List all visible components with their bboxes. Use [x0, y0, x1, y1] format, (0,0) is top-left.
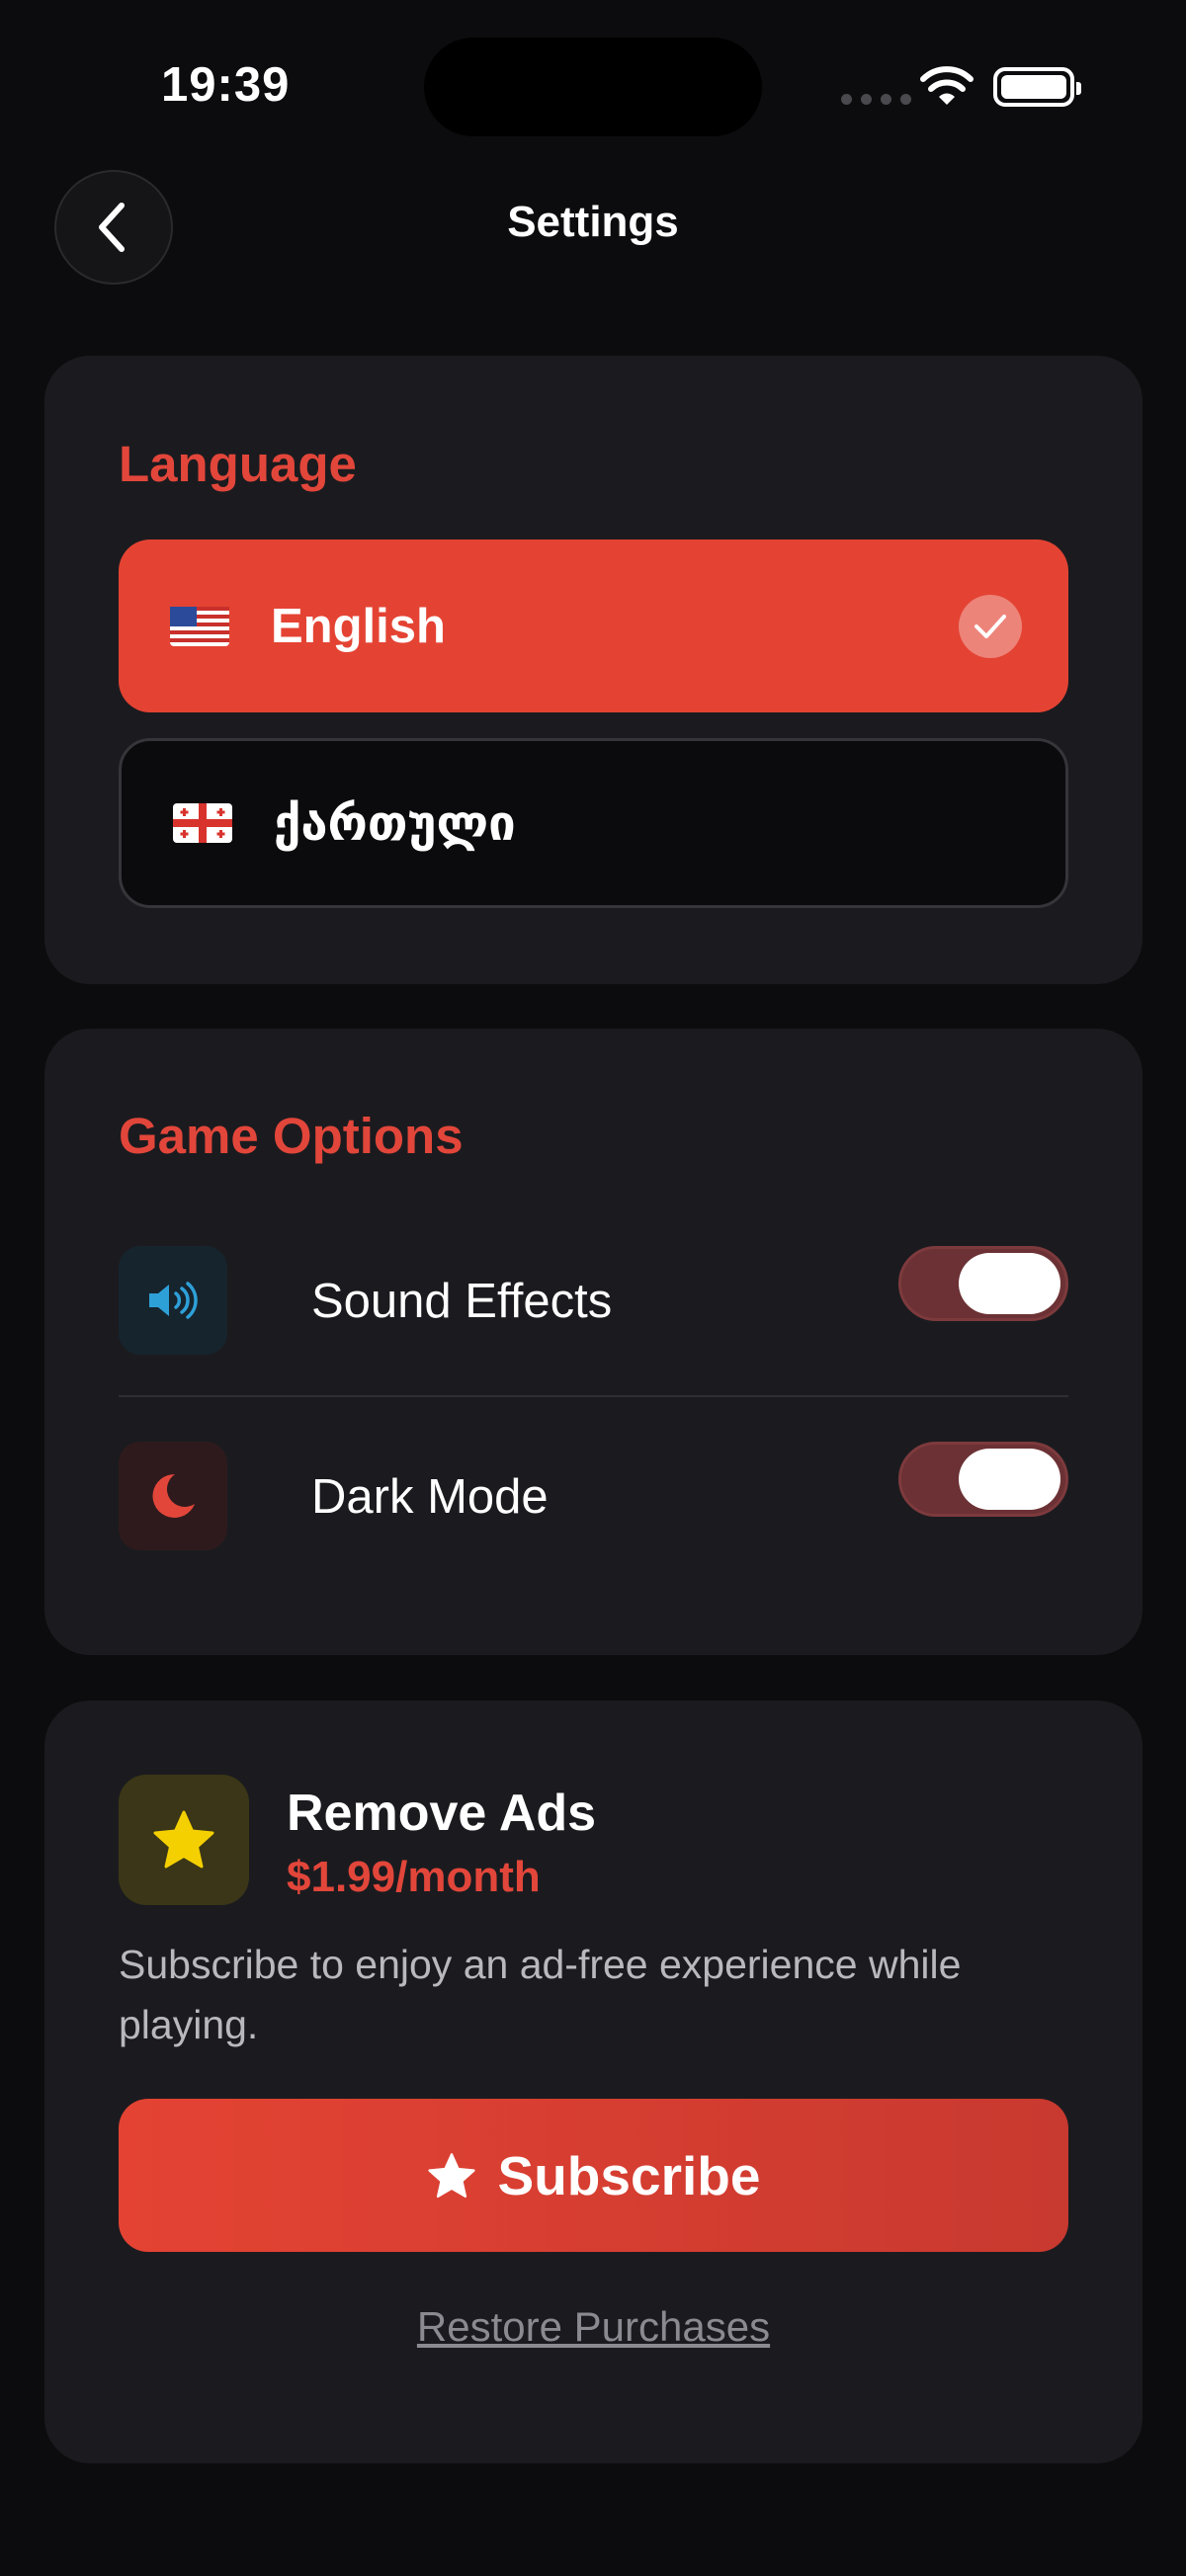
star-icon — [427, 2152, 475, 2198]
speaker-icon — [119, 1246, 227, 1355]
status-time: 19:39 — [161, 58, 291, 112]
dynamic-island — [424, 38, 762, 136]
us-flag-icon — [170, 606, 229, 646]
setting-row-dark-mode: Dark Mode — [119, 1442, 1068, 1552]
cellular-signal-icon — [841, 94, 911, 105]
page-title: Settings — [507, 198, 679, 246]
subscribe-button[interactable]: Subscribe — [119, 2099, 1068, 2252]
language-option-georgian[interactable]: ქართული — [119, 738, 1068, 908]
language-label: ქართული — [274, 796, 516, 851]
restore-purchases-link[interactable]: Restore Purchases — [44, 2303, 1143, 2351]
wifi-icon — [920, 66, 974, 105]
remove-ads-description: Subscribe to enjoy an ad-free experience… — [119, 1942, 962, 2047]
subscribe-label: Subscribe — [497, 2144, 761, 2206]
star-icon — [119, 1775, 249, 1905]
remove-ads-title: Remove Ads — [287, 1785, 597, 1842]
language-card: Language English ქართული — [44, 356, 1143, 984]
sound-effects-label: Sound Effects — [311, 1275, 613, 1328]
game-options-section-title: Game Options — [119, 1108, 464, 1164]
sound-effects-toggle[interactable] — [898, 1246, 1068, 1321]
dark-mode-toggle[interactable] — [898, 1442, 1068, 1517]
language-section-title: Language — [119, 436, 357, 492]
divider — [119, 1395, 1068, 1397]
moon-icon — [119, 1442, 227, 1550]
language-label: English — [271, 599, 446, 653]
remove-ads-card: Remove Ads $1.99/month Subscribe to enjo… — [44, 1701, 1143, 2463]
language-option-english[interactable]: English — [119, 540, 1068, 712]
dark-mode-label: Dark Mode — [311, 1470, 549, 1524]
battery-icon — [993, 67, 1081, 107]
checkmark-icon — [959, 594, 1022, 658]
status-bar: 19:39 — [0, 0, 1186, 148]
setting-row-sound-effects: Sound Effects — [119, 1246, 1068, 1357]
remove-ads-price: $1.99/month — [287, 1853, 541, 1901]
game-options-card: Game Options Sound Effects Dark Mode — [44, 1029, 1143, 1655]
georgia-flag-icon — [173, 803, 232, 843]
